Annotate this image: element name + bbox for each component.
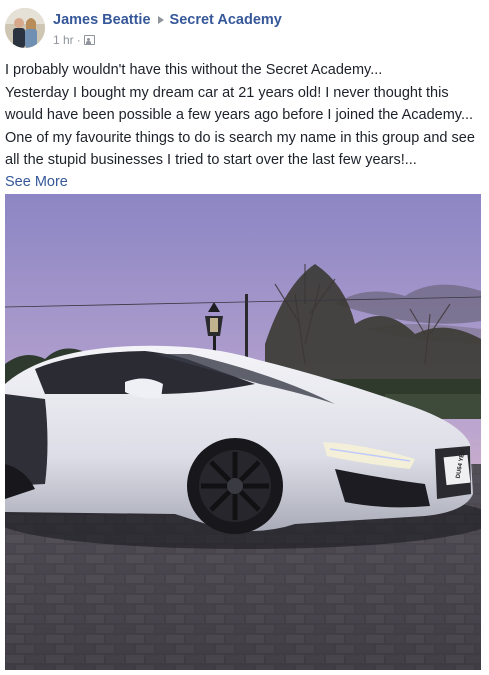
triangle-right-icon [157, 15, 164, 24]
see-more-link[interactable]: See More [5, 171, 485, 193]
meta-separator: · [76, 33, 81, 47]
post-author-line: James Beattie Secret Academy [53, 12, 282, 28]
post-body: I probably wouldn't have this without th… [5, 59, 485, 193]
post-header: James Beattie Secret Academy 1 hr · [5, 8, 485, 52]
author-avatar[interactable] [5, 8, 45, 48]
post-paragraph: Yesterday I bought my dream car at 21 ye… [5, 85, 474, 123]
post-meta: 1 hr · [53, 33, 95, 47]
post-photo[interactable]: DU64 YBU [5, 194, 481, 670]
car-photo: DU64 YBU [5, 194, 481, 670]
post-timestamp[interactable]: 1 hr [53, 33, 74, 47]
feed-post: James Beattie Secret Academy 1 hr · I pro… [0, 0, 489, 675]
author-name-link[interactable]: James Beattie [53, 12, 151, 28]
group-members-icon[interactable] [83, 35, 95, 45]
group-name-link[interactable]: Secret Academy [170, 12, 282, 28]
post-paragraph: One of my favourite things to do is sear… [5, 130, 475, 168]
avatar-image [5, 8, 45, 48]
post-paragraph: I probably wouldn't have this without th… [5, 62, 383, 78]
